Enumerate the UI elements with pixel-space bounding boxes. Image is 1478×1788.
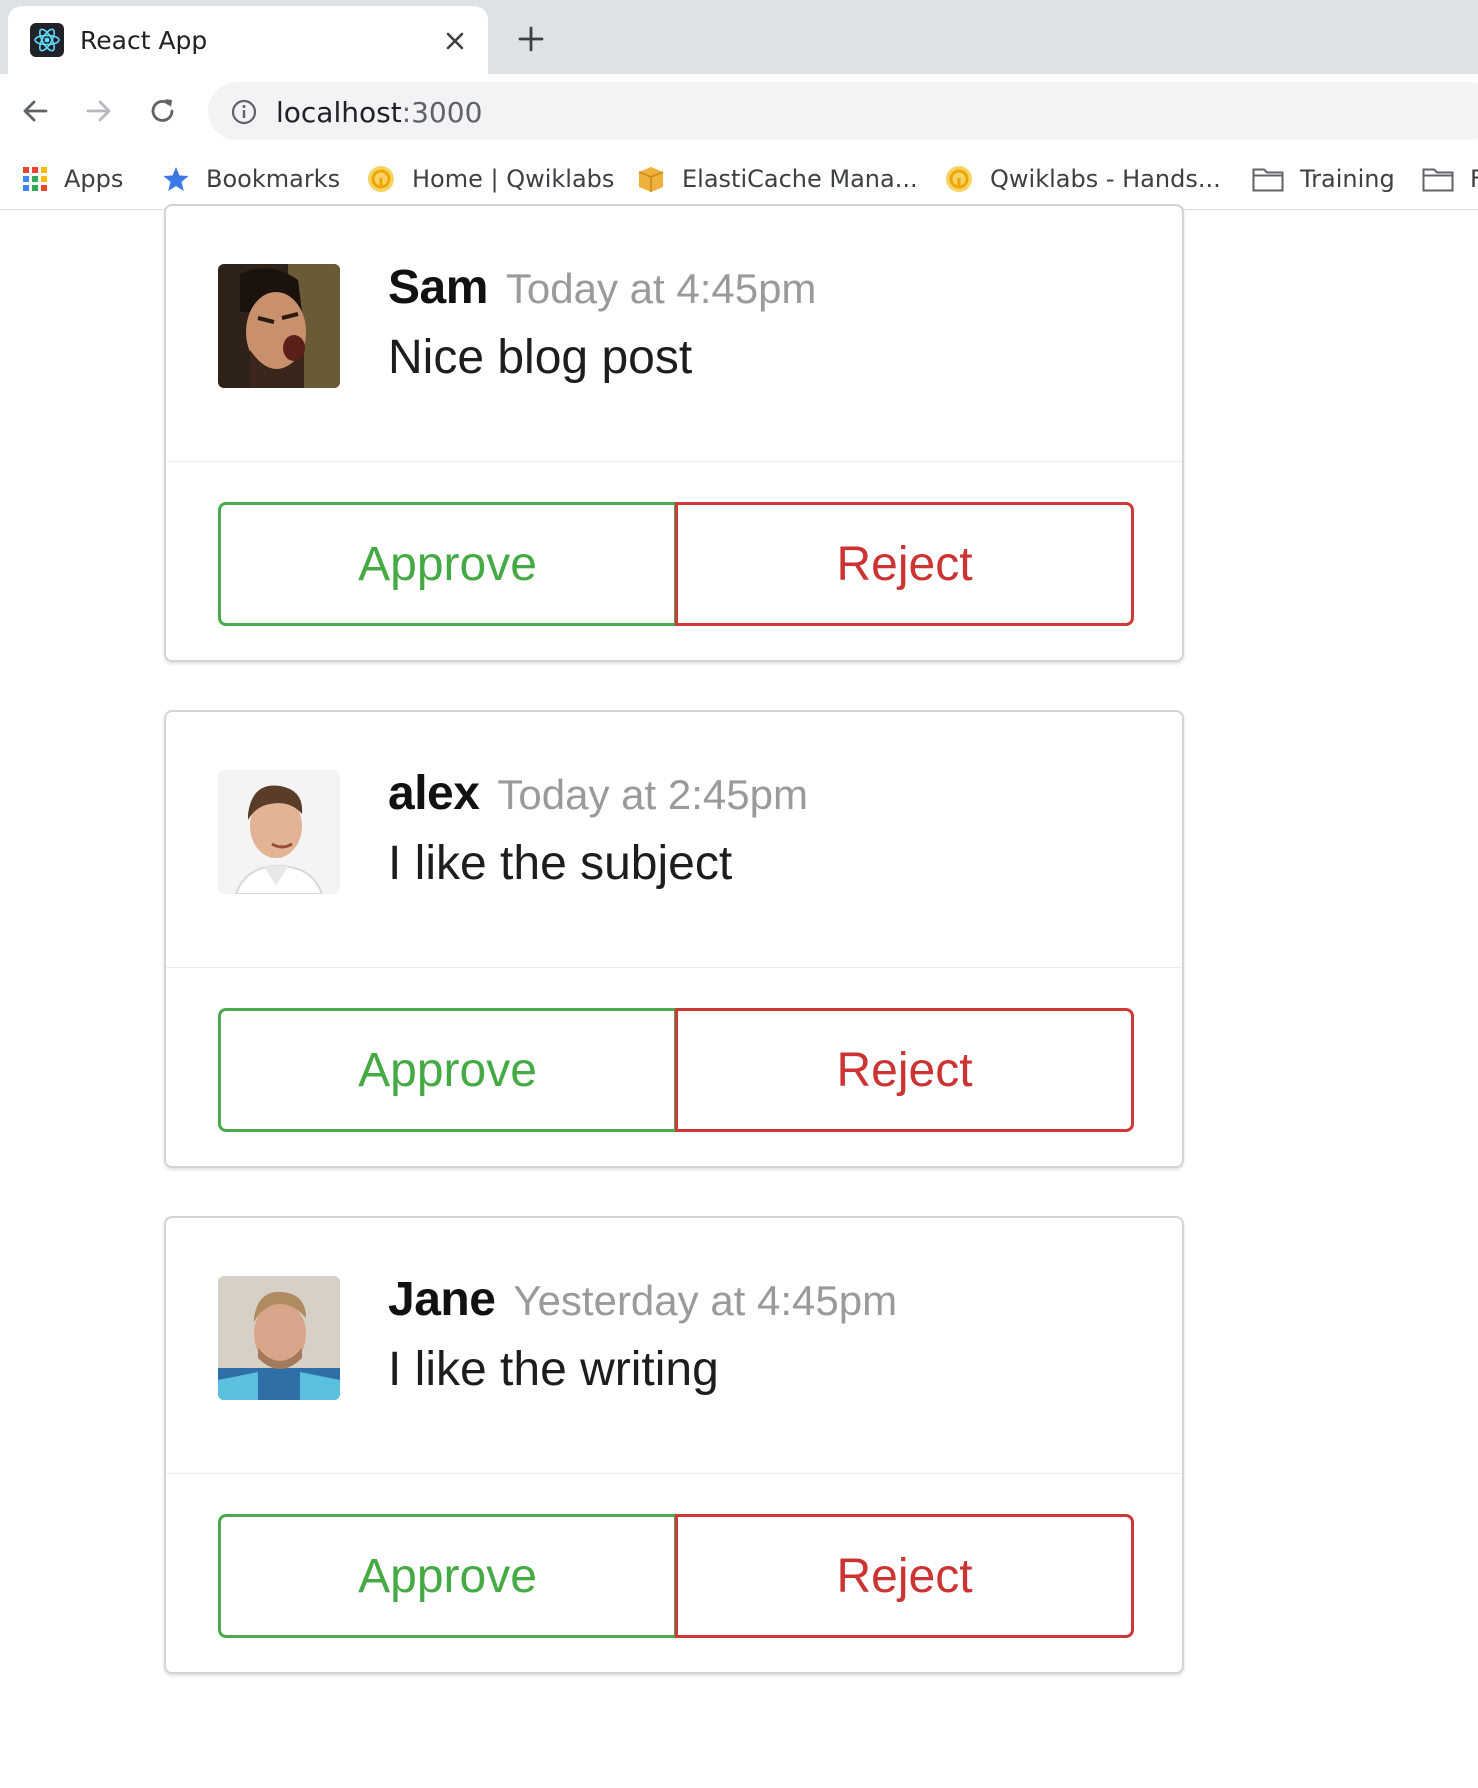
bookmark-label: F: [1470, 165, 1478, 193]
browser-toolbar: localhost:3000: [0, 74, 1478, 148]
comment-text: Nice blog post: [388, 331, 693, 384]
tab-strip: React App: [0, 0, 1478, 74]
action-buttons: Approve Reject: [218, 1008, 1134, 1132]
action-buttons: Approve Reject: [218, 502, 1134, 626]
back-arrow-icon[interactable]: [18, 94, 52, 128]
aws-box-icon: [638, 167, 664, 192]
approve-button[interactable]: Approve: [218, 1008, 677, 1132]
author-name[interactable]: alex: [388, 767, 480, 820]
bookmark-qwiklabs-hands[interactable]: Qwiklabs - Hands...: [944, 162, 1221, 196]
bookmark-folder-truncated[interactable]: F: [1422, 162, 1478, 196]
bookmark-label: Qwiklabs - Hands...: [990, 165, 1221, 193]
comment-header: Sam Today at 4:45pm: [388, 260, 816, 315]
close-tab-icon[interactable]: [444, 30, 466, 52]
bookmark-label: ElastiCache Mana...: [682, 165, 918, 193]
approve-button[interactable]: Approve: [218, 1514, 677, 1638]
bookmark-bookmarks[interactable]: Bookmarks: [162, 162, 340, 196]
avatar-photo: [218, 1276, 340, 1400]
comment-body: Sam Today at 4:45pm Nice blog post: [166, 206, 1182, 462]
avatar: [218, 770, 340, 894]
comment-body: Jane Yesterday at 4:45pm I like the writi…: [166, 1218, 1182, 1474]
bookmark-label: Training: [1300, 165, 1395, 193]
comment-text: I like the writing: [388, 1343, 719, 1396]
bookmark-apps[interactable]: Apps: [22, 162, 123, 196]
folder-icon: [1252, 168, 1284, 192]
tab-title: React App: [80, 26, 208, 55]
avatar-photo: [218, 264, 340, 388]
avatar: [218, 1276, 340, 1400]
comment-header: alex Today at 2:45pm: [388, 766, 808, 821]
bookmark-label: Apps: [64, 165, 124, 193]
bookmark-home-qwiklabs[interactable]: Home | Qwiklabs: [366, 162, 614, 196]
reject-button[interactable]: Reject: [675, 1514, 1134, 1638]
star-icon: [163, 167, 189, 191]
comment-timestamp: Yesterday at 4:45pm: [513, 1277, 898, 1324]
qwiklabs-icon: [946, 166, 972, 192]
bookmarks-bar: Apps Bookmarks Home | Qwiklabs ElastiCac…: [0, 148, 1478, 210]
apps-grid-icon: [23, 167, 47, 191]
bookmark-label: Home | Qwiklabs: [412, 165, 615, 193]
comment-card: Jane Yesterday at 4:45pm I like the writi…: [164, 1216, 1184, 1674]
site-info-icon[interactable]: [230, 98, 258, 126]
bookmark-training[interactable]: Training: [1252, 162, 1395, 196]
comment-timestamp: Today at 4:45pm: [505, 265, 817, 312]
author-name[interactable]: Sam: [388, 261, 488, 314]
avatar: [218, 264, 340, 388]
browser-tab[interactable]: React App: [8, 6, 488, 74]
folder-icon: [1422, 168, 1454, 192]
approve-button[interactable]: Approve: [218, 502, 677, 626]
bookmark-label: Bookmarks: [206, 165, 341, 193]
comment-body: alex Today at 2:45pm I like the subject: [166, 712, 1182, 968]
author-name[interactable]: Jane: [388, 1273, 496, 1326]
new-tab-icon[interactable]: [516, 24, 546, 54]
avatar-photo: [218, 770, 340, 894]
url-host: localhost: [276, 96, 402, 129]
reject-button[interactable]: Reject: [675, 502, 1134, 626]
comment-timestamp: Today at 2:45pm: [497, 771, 808, 818]
url-port: :3000: [401, 96, 483, 129]
address-bar[interactable]: localhost:3000: [208, 82, 1478, 140]
action-buttons: Approve Reject: [218, 1514, 1134, 1638]
forward-arrow-icon[interactable]: [82, 94, 116, 128]
bookmark-elasticache[interactable]: ElastiCache Mana...: [636, 162, 918, 196]
reload-icon[interactable]: [146, 94, 180, 128]
reject-button[interactable]: Reject: [675, 1008, 1134, 1132]
react-logo-icon: [30, 23, 64, 57]
comment-text: I like the subject: [388, 837, 733, 890]
url-text: localhost:3000: [276, 96, 482, 129]
qwiklabs-icon: [368, 166, 394, 192]
comment-header: Jane Yesterday at 4:45pm: [388, 1272, 897, 1327]
page-content: Sam Today at 4:45pm Nice blog post Approv…: [0, 204, 1478, 1788]
comment-card: Sam Today at 4:45pm Nice blog post Approv…: [164, 204, 1184, 662]
comment-card: alex Today at 2:45pm I like the subject A…: [164, 710, 1184, 1168]
